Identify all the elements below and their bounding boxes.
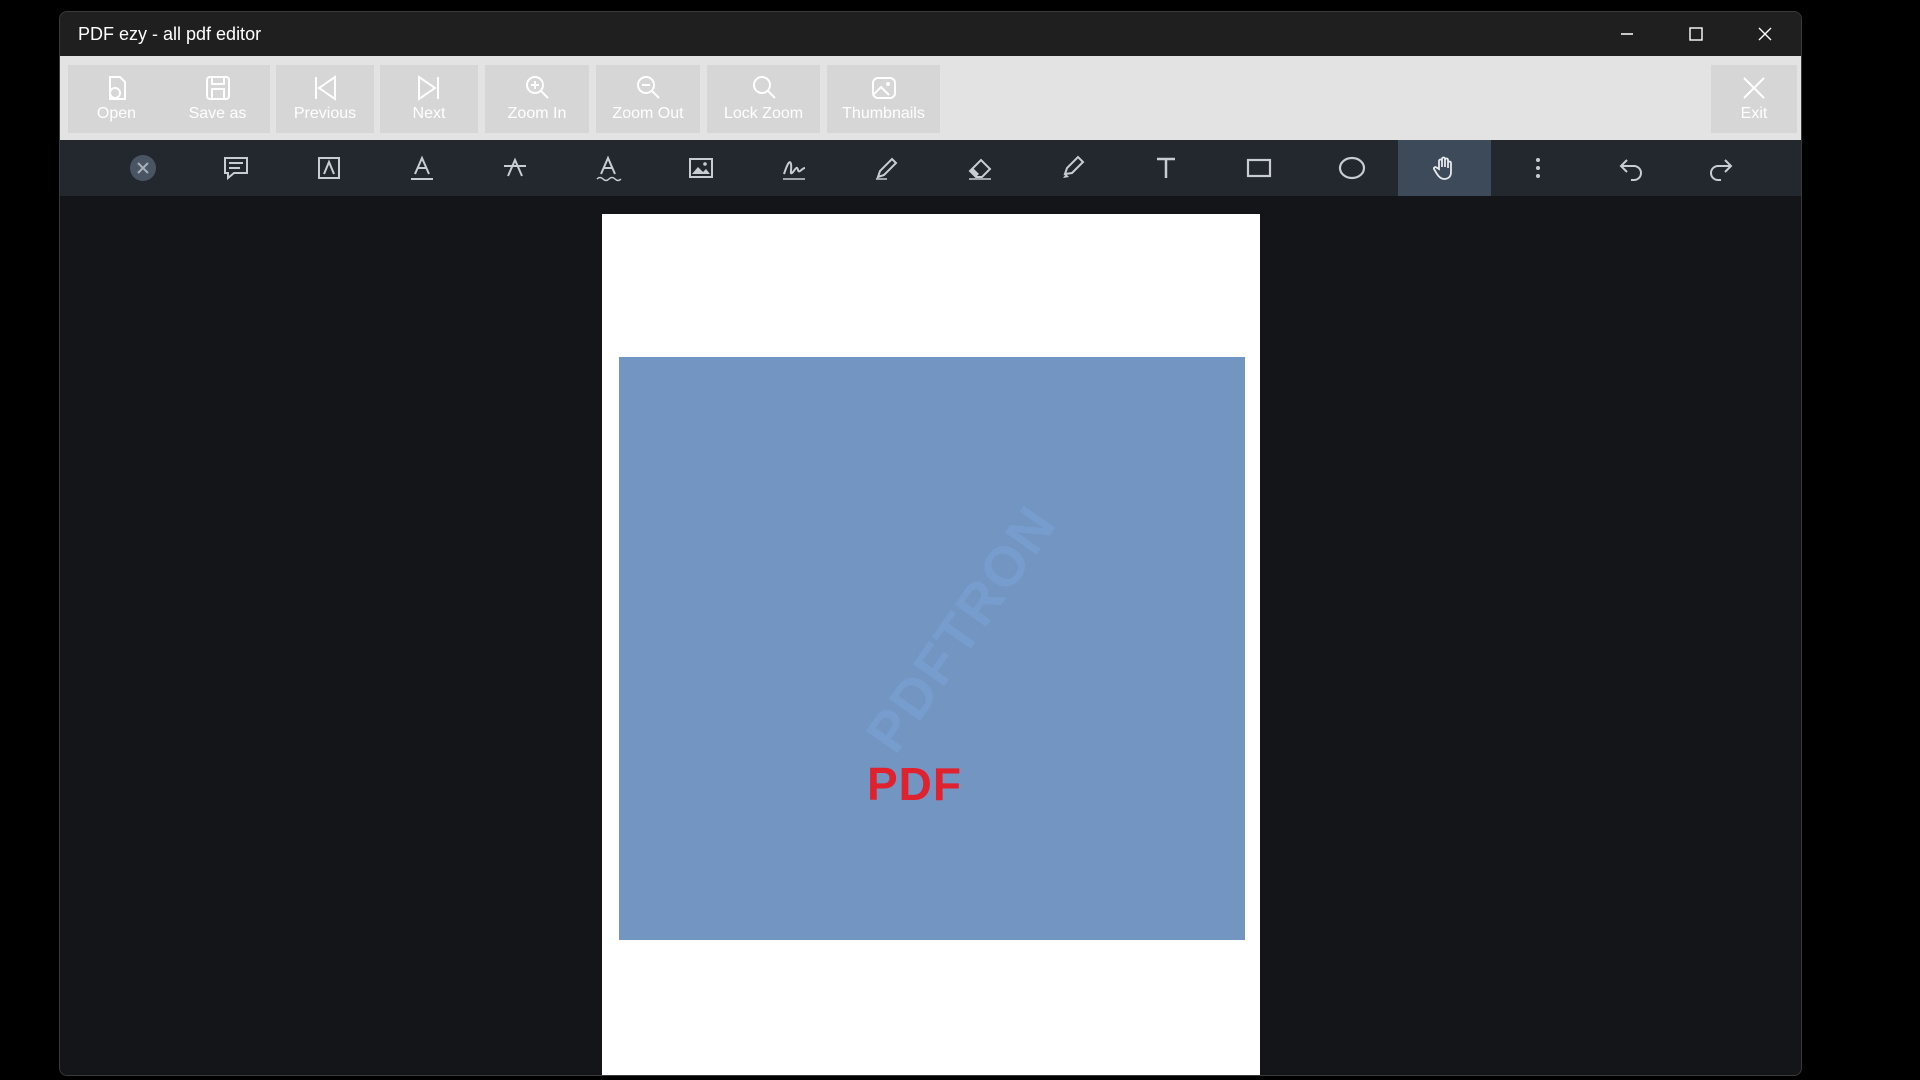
free-text-tool-button[interactable] (282, 140, 375, 196)
signature-tool-button[interactable] (747, 140, 840, 196)
next-icon (418, 75, 439, 101)
close-icon (1758, 27, 1772, 41)
text-icon (1156, 157, 1175, 178)
pen-tool-button[interactable] (840, 140, 933, 196)
redo-button[interactable] (1674, 140, 1767, 196)
annotation-toolbar (60, 140, 1801, 196)
window-title: PDF ezy - all pdf editor (78, 24, 262, 44)
image-tool-button[interactable] (654, 140, 747, 196)
text-tool-button[interactable] (1119, 140, 1212, 196)
underline-tool-button[interactable] (375, 140, 468, 196)
lock-zoom-icon (752, 76, 776, 99)
more-icon (1535, 158, 1540, 178)
highlighter-tool-button[interactable] (1026, 140, 1119, 196)
underline-icon (410, 155, 433, 180)
image-icon (688, 158, 713, 178)
zoom-in-label: Zoom In (507, 105, 567, 122)
zoom-out-button[interactable]: Zoom Out (596, 65, 700, 133)
close-icon (129, 155, 156, 181)
previous-icon (315, 75, 336, 101)
highlighter-icon (1062, 155, 1084, 178)
save-icon (205, 76, 230, 100)
close-icon (1743, 77, 1765, 99)
signature-icon (782, 161, 805, 180)
comment-icon (223, 157, 248, 181)
page-image: PDFTRON PDF (619, 357, 1245, 940)
document-canvas[interactable]: PDFTRON PDF (60, 196, 1801, 1075)
open-label: Open (96, 105, 137, 122)
lock-zoom-button[interactable]: Lock Zoom (707, 65, 820, 133)
squiggly-icon (595, 155, 622, 182)
comment-tool-button[interactable] (189, 140, 282, 196)
zoom-out-label: Zoom Out (612, 105, 684, 122)
maximize-button[interactable] (1662, 12, 1730, 56)
main-toolbar: Open Save as Previous Next Zoom In Zoom … (60, 56, 1801, 140)
zoom-out-icon (637, 76, 660, 99)
title-bar: PDF ezy - all pdf editor (60, 12, 1801, 56)
next-button[interactable]: Next (380, 65, 478, 133)
app-window: PDF ezy - all pdf editor Open Save as Pr… (59, 11, 1802, 1076)
open-button[interactable]: Open (68, 65, 165, 133)
ellipse-icon (1338, 156, 1365, 180)
open-file-icon (108, 76, 126, 100)
minimize-icon (1621, 33, 1633, 35)
squiggly-tool-button[interactable] (561, 140, 654, 196)
undo-button[interactable] (1584, 140, 1677, 196)
strikeout-tool-button[interactable] (468, 140, 561, 196)
watermark-text: PDFTRON (853, 493, 1069, 764)
rectangle-tool-button[interactable] (1212, 140, 1305, 196)
exit-label: Exit (1740, 105, 1768, 122)
pan-tool-button[interactable] (1398, 140, 1491, 196)
save-as-label: Save as (188, 105, 247, 122)
lock-zoom-label: Lock Zoom (723, 105, 804, 122)
pen-icon (875, 157, 897, 180)
zoom-in-icon (526, 76, 549, 99)
rectangle-icon (1246, 158, 1271, 178)
close-window-button[interactable] (1731, 12, 1799, 56)
eraser-tool-button[interactable] (933, 140, 1026, 196)
free-text-icon (317, 157, 340, 179)
eraser-icon (968, 158, 991, 180)
strikeout-icon (503, 157, 526, 177)
thumbnails-label: Thumbnails (842, 105, 925, 122)
pdf-image-text: PDF (867, 758, 962, 810)
redo-icon (1709, 159, 1732, 181)
maximize-icon (1689, 27, 1703, 41)
cancel-tool-button[interactable] (96, 140, 189, 196)
minimize-button[interactable] (1593, 12, 1661, 56)
previous-button[interactable]: Previous (276, 65, 374, 133)
pdf-page[interactable]: PDFTRON PDF (602, 214, 1260, 1075)
pan-icon (1432, 156, 1452, 180)
zoom-in-button[interactable]: Zoom In (485, 65, 589, 133)
next-label: Next (412, 105, 446, 122)
more-tools-button[interactable] (1491, 140, 1584, 196)
undo-icon (1619, 159, 1642, 181)
exit-button[interactable]: Exit (1711, 65, 1797, 133)
thumbnails-button[interactable]: Thumbnails (827, 65, 940, 133)
previous-label: Previous (293, 105, 357, 122)
save-as-button[interactable]: Save as (165, 65, 270, 133)
ellipse-tool-button[interactable] (1305, 140, 1398, 196)
thumbnails-icon (871, 77, 896, 99)
